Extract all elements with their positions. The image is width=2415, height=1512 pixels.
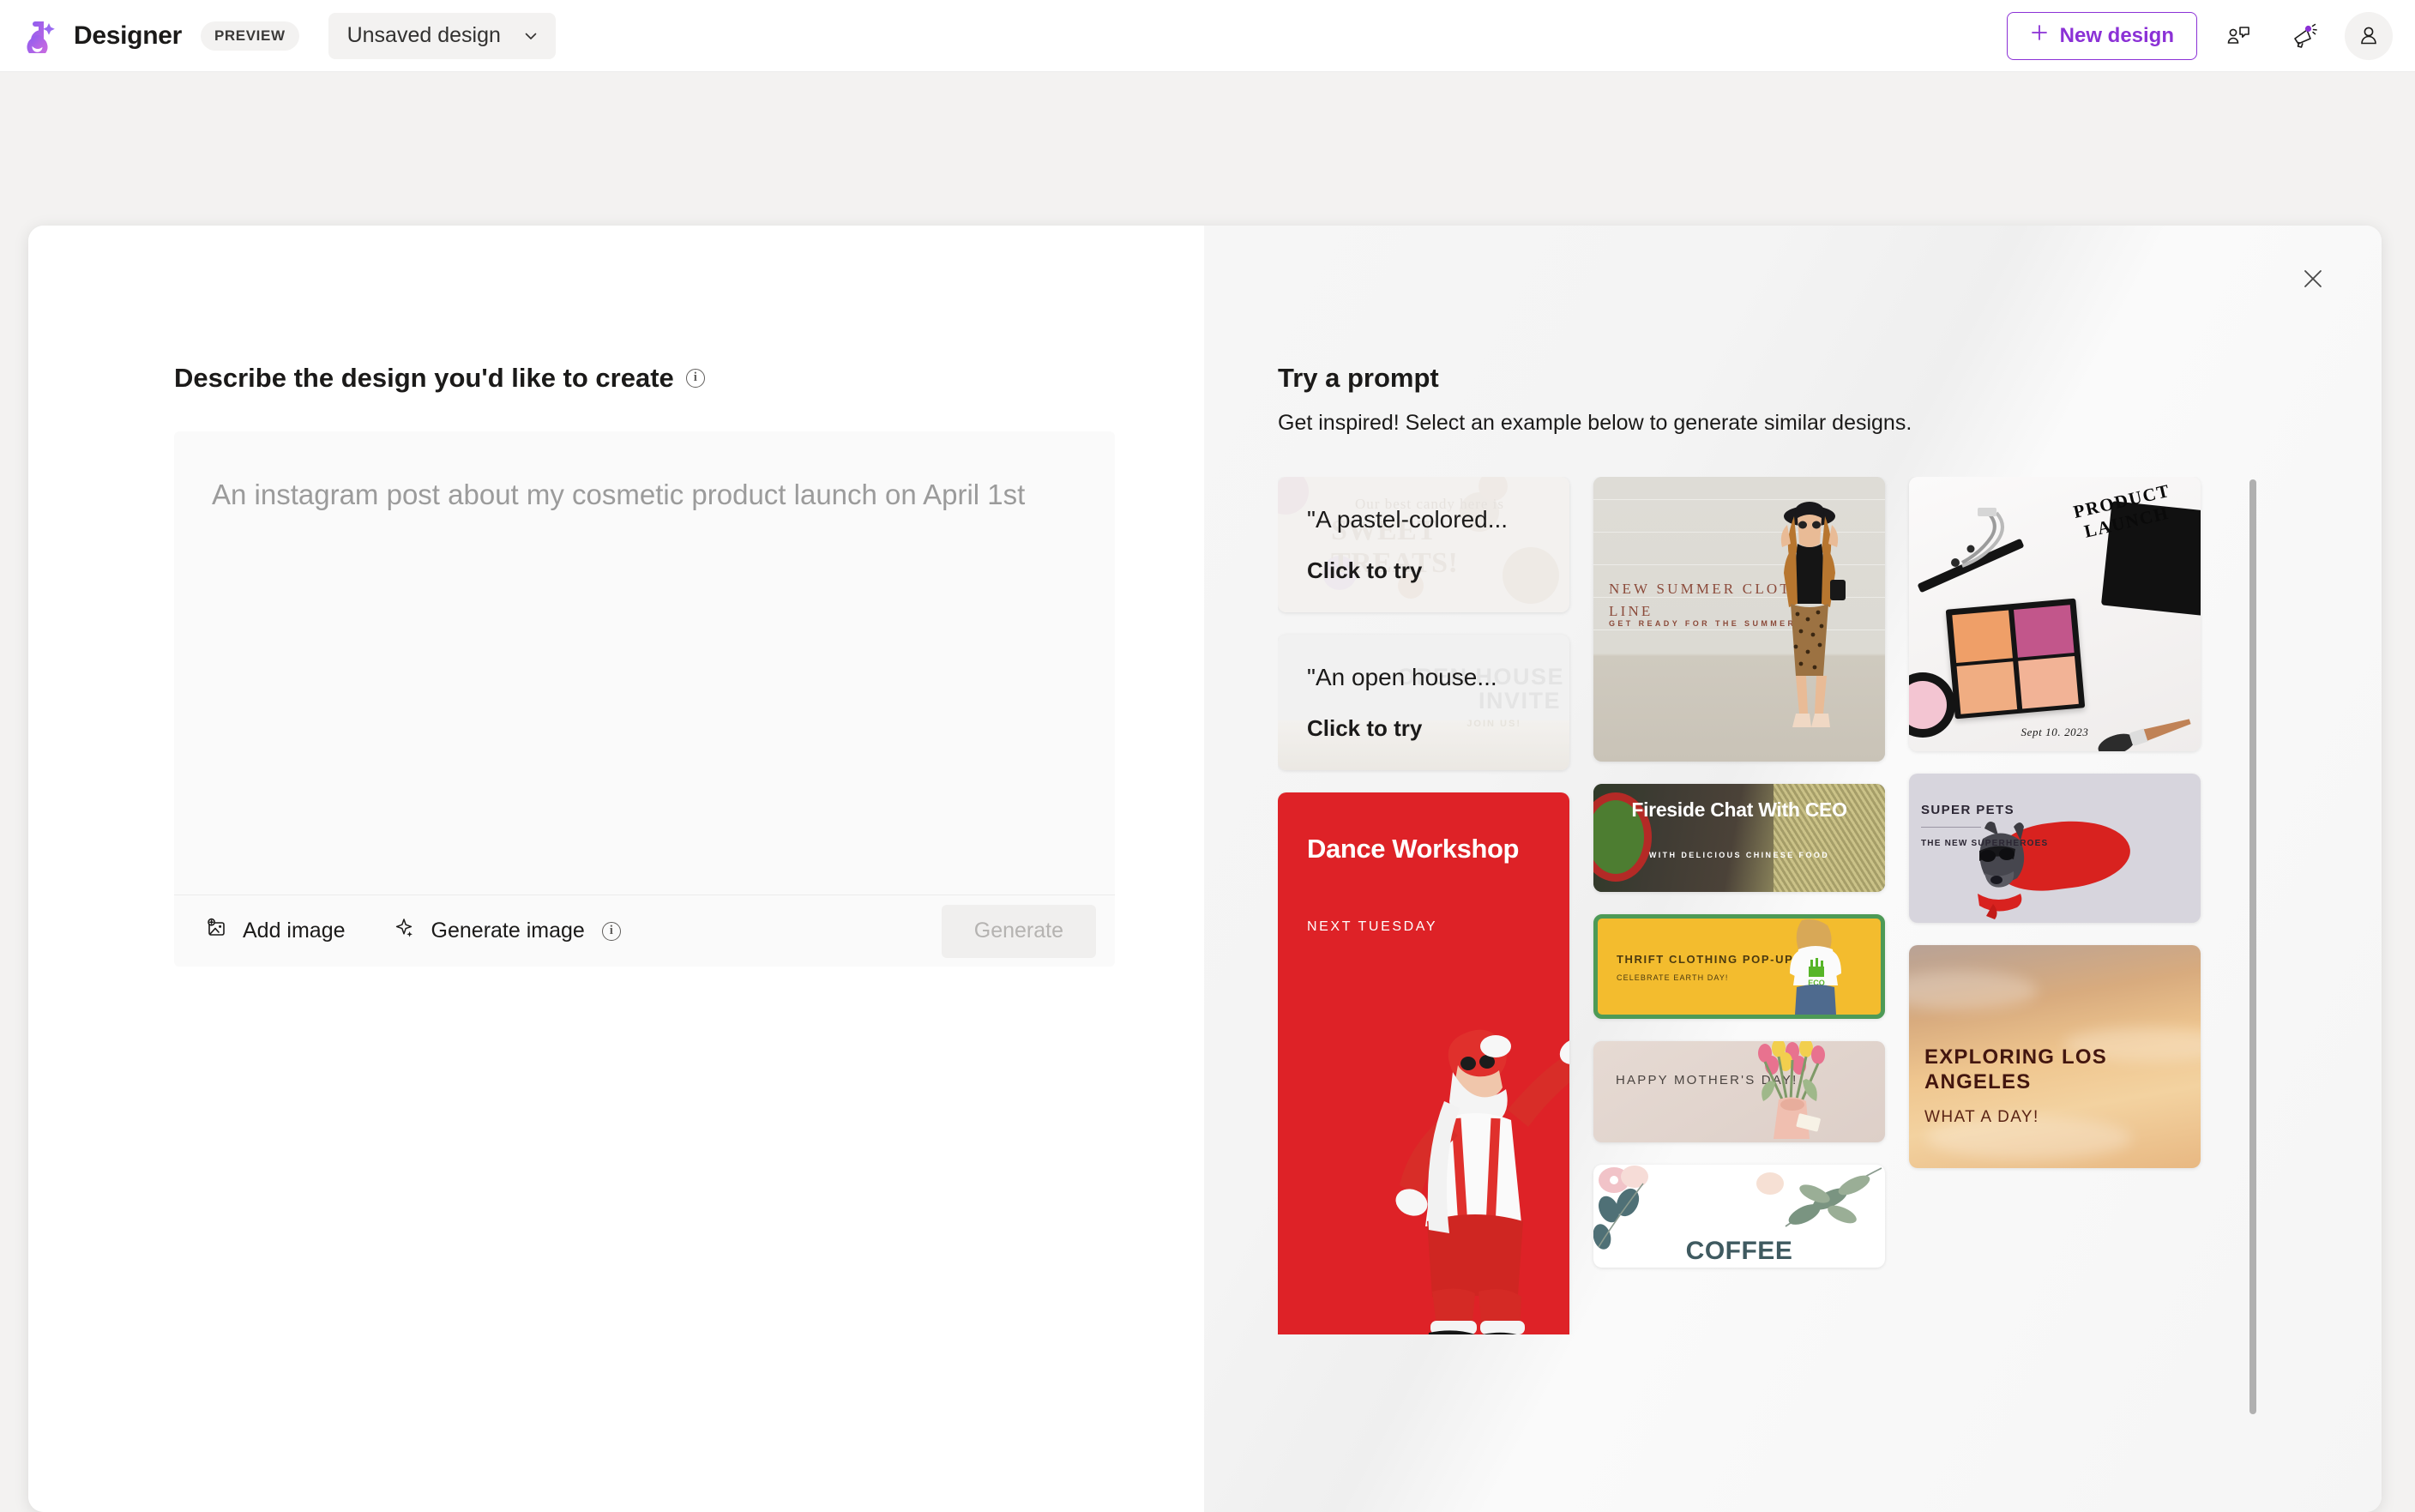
tulip-bouquet-illustration: [1750, 1041, 1835, 1141]
inspiration-gallery: Our best candy here is SWEET TREATS! "A …: [1278, 477, 2230, 1334]
prompt-suggestion-card[interactable]: OPEN HOUSE INVITE JOIN US! "An open hous…: [1278, 635, 1569, 770]
eco-shirt-model-illustration: ECO: [1783, 919, 1848, 1015]
thumbnail-subtitle: THE NEW SUPERHEROES: [1921, 837, 2048, 850]
thumbnail-title: COFFEE: [1593, 1237, 1885, 1266]
info-icon[interactable]: i: [686, 369, 705, 388]
try-a-prompt-subtitle: Get inspired! Select an example below to…: [1278, 411, 2382, 436]
preview-badge: PREVIEW: [201, 21, 299, 51]
app-title: Designer: [74, 21, 182, 51]
info-icon[interactable]: i: [602, 922, 621, 941]
exploring-los-angeles-thumbnail[interactable]: EXPLORING LOS ANGELES WHAT A DAY!: [1909, 945, 2201, 1168]
eucalyptus-branch-icon: [1748, 1165, 1885, 1247]
thrift-clothing-popup-thumbnail[interactable]: THRIFT CLOTHING POP-UP CELEBRATE EARTH D…: [1593, 914, 1885, 1019]
click-to-try-label: Click to try: [1307, 557, 1540, 584]
new-summer-clothing-line-thumbnail[interactable]: NEW SUMMER CLOTHING LINE GET READY FOR T…: [1593, 477, 1885, 762]
divider: [1921, 827, 1981, 828]
account-person-icon[interactable]: [2345, 12, 2393, 60]
fireside-chat-with-ceo-thumbnail[interactable]: Fireside Chat With CEO WITH DELICIOUS CH…: [1593, 784, 1885, 892]
chevron-down-icon: [523, 28, 539, 44]
new-design-button[interactable]: New design: [2007, 12, 2197, 60]
prompt-quote: "A pastel-colored...: [1307, 506, 1540, 533]
thumbnail-subtitle: INVITE: [1479, 688, 1561, 714]
add-image-label: Add image: [243, 919, 346, 943]
dance-workshop-thumbnail[interactable]: Dance Workshop NEXT TUESDAY: [1278, 792, 1569, 1334]
gallery-column: PRODUCT LAUNCH Sept 10. 2023: [1909, 477, 2201, 1334]
generate-image-button[interactable]: Generate image i: [394, 916, 621, 946]
brand: Designer PREVIEW: [0, 17, 299, 55]
prompt-quote: "An open house...: [1307, 664, 1540, 691]
sparkle-icon: [394, 916, 418, 946]
eyelash-curler-illustration: [1943, 506, 2017, 571]
feedback-person-chat-icon[interactable]: [2214, 12, 2262, 60]
add-image-button[interactable]: Add image: [205, 916, 346, 946]
thumbnail-date: Sept 10. 2023: [1909, 726, 2201, 739]
coffee-thumbnail[interactable]: COFFEE: [1593, 1165, 1885, 1268]
add-image-icon: [205, 916, 229, 946]
thumbnail-title: SUPER PETS: [1921, 803, 2015, 817]
page-title: Describe the design you'd like to create…: [174, 363, 1204, 394]
open-house-invite-thumbnail: OPEN HOUSE INVITE JOIN US!: [1278, 635, 1569, 770]
prompt-suggestion-card[interactable]: Our best candy here is SWEET TREATS! "A …: [1278, 477, 1569, 612]
thumbnail-title: THRIFT CLOTHING POP-UP: [1617, 953, 1793, 966]
describe-design-panel: Describe the design you'd like to create…: [28, 226, 1204, 1512]
gallery-column: Our best candy here is SWEET TREATS! "A …: [1278, 477, 1569, 1334]
create-design-dialog: Describe the design you'd like to create…: [28, 226, 2382, 1512]
thumbnail-title: Dance Workshop: [1307, 834, 1519, 864]
megaphone-icon[interactable]: [2279, 12, 2328, 60]
thumbnail-subtitle: WHAT A DAY!: [1924, 1108, 2039, 1127]
prompt-input[interactable]: An instagram post about my cosmetic prod…: [174, 431, 1115, 895]
new-design-label: New design: [2060, 24, 2174, 48]
thumbnail-subtitle: WITH DELICIOUS CHINESE FOOD: [1593, 851, 1885, 859]
makeup-palette-illustration: [1946, 599, 2086, 720]
thumbnail-subtitle: NEXT TUESDAY: [1307, 919, 1437, 935]
thumbnail-title: EXPLORING LOS ANGELES: [1924, 1045, 2201, 1095]
designer-logo-icon: [22, 17, 60, 55]
generate-button[interactable]: Generate: [942, 905, 1096, 958]
gallery-column: NEW SUMMER CLOTHING LINE GET READY FOR T…: [1593, 477, 1885, 1334]
plus-icon: [2030, 23, 2049, 48]
happy-mothers-day-thumbnail[interactable]: HAPPY MOTHER'S DAY!: [1593, 1041, 1885, 1142]
santa-illustration: [1358, 990, 1569, 1334]
gallery-scrollbar-thumb[interactable]: [2249, 479, 2256, 1414]
close-icon[interactable]: [2294, 260, 2332, 298]
click-to-try-label: Click to try: [1307, 715, 1540, 742]
thumbnail-title: Fireside Chat With CEO: [1593, 799, 1885, 820]
document-name-dropdown[interactable]: Unsaved design: [328, 13, 556, 59]
thumbnail-subtitle: CELEBRATE EARTH DAY!: [1617, 973, 1729, 982]
try-a-prompt-title: Try a prompt: [1278, 363, 2382, 394]
dog-illustration: [1971, 818, 2031, 921]
generate-image-label: Generate image: [431, 919, 585, 943]
product-launch-thumbnail[interactable]: PRODUCT LAUNCH Sept 10. 2023: [1909, 477, 2201, 751]
prompt-toolbar: Add image Generate image i Generate: [174, 895, 1115, 967]
gallery-scrollbar-track[interactable]: [2249, 479, 2256, 1483]
prompt-composer: An instagram post about my cosmetic prod…: [174, 431, 1115, 967]
super-pets-thumbnail[interactable]: SUPER PETS THE NEW SUPERHEROES: [1909, 774, 2201, 923]
sweet-treats-thumbnail: Our best candy here is SWEET TREATS!: [1278, 477, 1569, 612]
try-a-prompt-panel: Try a prompt Get inspired! Select an exa…: [1204, 226, 2382, 1512]
describe-heading-text: Describe the design you'd like to create: [174, 363, 674, 394]
document-name-label: Unsaved design: [347, 23, 501, 48]
app-header: Designer PREVIEW Unsaved design New desi…: [0, 0, 2415, 72]
header-actions: New design: [2007, 12, 2415, 60]
model-illustration: [1763, 497, 1856, 738]
